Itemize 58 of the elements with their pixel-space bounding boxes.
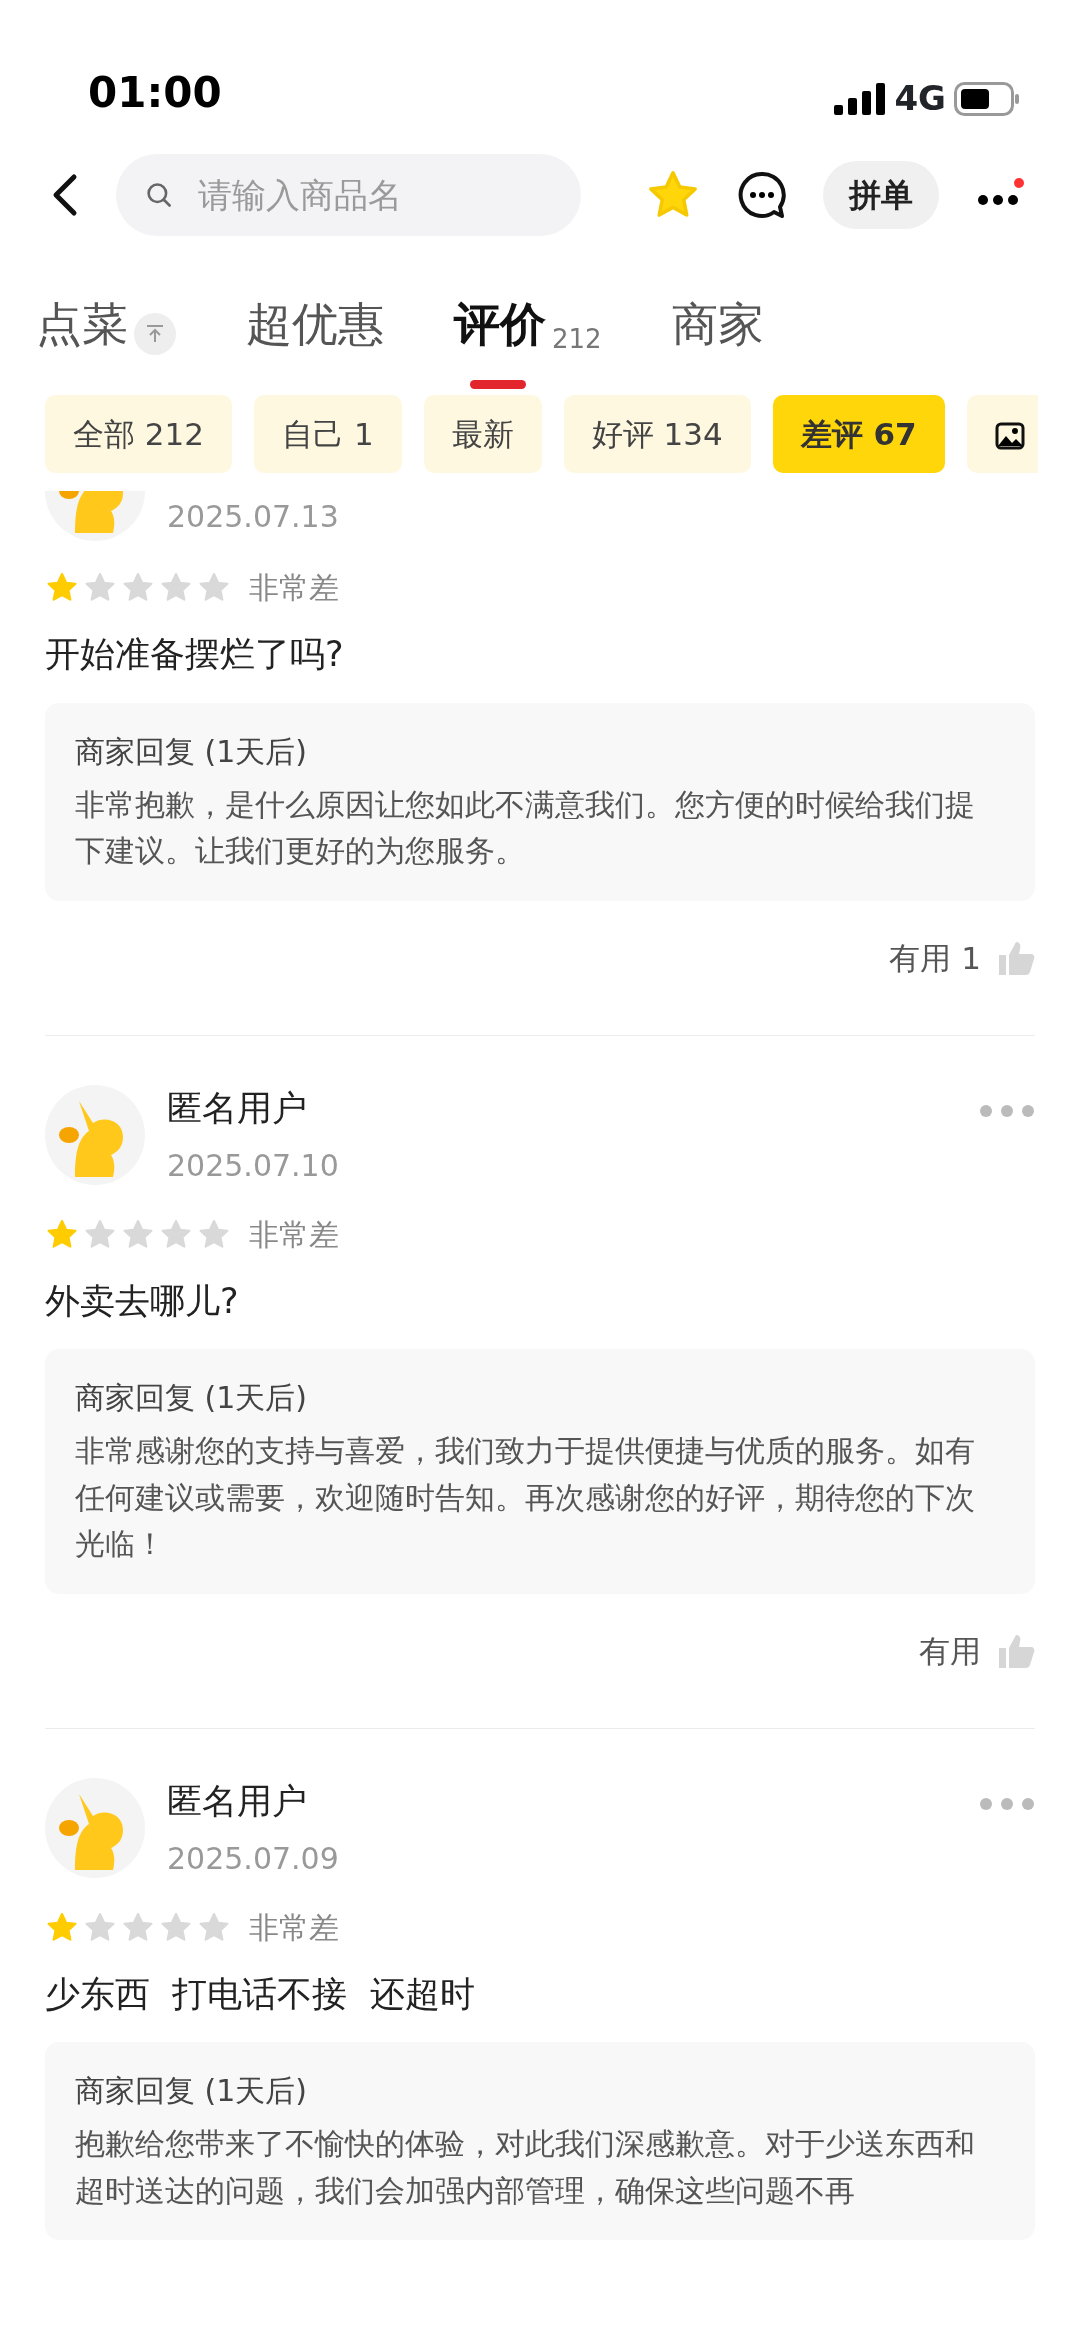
avatar-icon	[45, 491, 145, 541]
chat-icon[interactable]	[737, 170, 787, 220]
review-text: 少东西 打电话不接 还超时	[45, 1972, 476, 2016]
tab[interactable]: 点菜	[36, 290, 176, 389]
reply-title: 商家回复 (1天后)	[75, 732, 309, 771]
review-text: 开始准备摆烂了吗?	[45, 633, 345, 676]
star-icon	[45, 1910, 79, 1944]
battery-icon	[954, 81, 1020, 116]
star-icon	[45, 571, 79, 604]
user-name: 匿名用户	[167, 1780, 308, 1823]
star-icon	[121, 1217, 155, 1251]
useful-button[interactable]: 有用	[919, 1627, 1035, 1674]
star-icon	[121, 571, 155, 604]
star-icon	[83, 1217, 117, 1251]
rating-label: 非常差	[249, 569, 339, 607]
filter-chip[interactable]: 全部 212	[45, 395, 233, 473]
filter-chip[interactable]: 自己 1	[254, 395, 402, 473]
review-date: 2025.07.09	[167, 1839, 339, 1878]
rating-label: 非常差	[249, 1908, 339, 1947]
user-name: 匿名用户	[167, 1087, 308, 1130]
reply-text: 非常抱歉，是什么原因让您如此不满意我们。您方便的时候给我们提下建议。让我们更好的为您服务。	[75, 785, 976, 870]
search-field[interactable]: 请输入商品名	[196, 168, 551, 222]
reply-text: 非常感谢您的支持与喜爱，我们致力于提供便捷与优质的服务。如有任何建议或需要，欢迎随时告知。再次感谢您的好评，期待您的下次光临！	[75, 1432, 976, 1563]
signal-icon	[834, 82, 887, 115]
review-date: 2025.07.13	[167, 497, 339, 536]
tab[interactable]: 商家	[671, 290, 764, 389]
search-bar[interactable]: 请输入商品名	[116, 154, 581, 236]
reply-text: 抱歉给您带来了不愉快的体验，对此我们深感歉意。对于少送东西和超时送达的问题，我们会加强内部管理，确保这些问题不再	[75, 2125, 976, 2210]
filter-chip[interactable]: 好评 134	[563, 395, 751, 473]
star-icon	[45, 1217, 79, 1251]
avatar-icon	[45, 1777, 145, 1878]
tab[interactable]: 超优惠	[246, 290, 384, 389]
filter-chip[interactable]: 最新	[423, 395, 542, 473]
star-icon	[197, 571, 231, 604]
review-text: 外卖去哪儿?	[45, 1279, 240, 1323]
avatar-icon	[45, 1084, 145, 1185]
star-icon	[197, 1217, 231, 1251]
network-label: 4G	[894, 77, 946, 120]
star-icon	[197, 1910, 231, 1944]
search-icon	[146, 180, 173, 210]
star-icon	[121, 1910, 155, 1944]
status-time: 01:00	[88, 67, 222, 119]
rating-label: 非常差	[249, 1215, 339, 1254]
image-filter-chip[interactable]	[966, 395, 1038, 473]
reply-title: 商家回复 (1天后)	[75, 1379, 309, 1417]
star-icon	[83, 571, 117, 604]
review-date: 2025.07.10	[167, 1146, 339, 1185]
group-order-button[interactable]: 拼单	[823, 161, 939, 229]
star-icon	[159, 1910, 193, 1944]
reply-title: 商家回复 (1天后)	[75, 2072, 309, 2110]
useful-button[interactable]: 有用 1	[889, 934, 1035, 981]
thumbs-up-icon	[997, 939, 1035, 976]
image-icon	[994, 422, 1025, 451]
thumbs-up-icon	[997, 1632, 1035, 1669]
filter-chip[interactable]: 差评 67	[772, 395, 945, 473]
star-icon	[159, 1217, 193, 1251]
star-icon	[83, 1910, 117, 1944]
star-icon	[159, 571, 193, 604]
